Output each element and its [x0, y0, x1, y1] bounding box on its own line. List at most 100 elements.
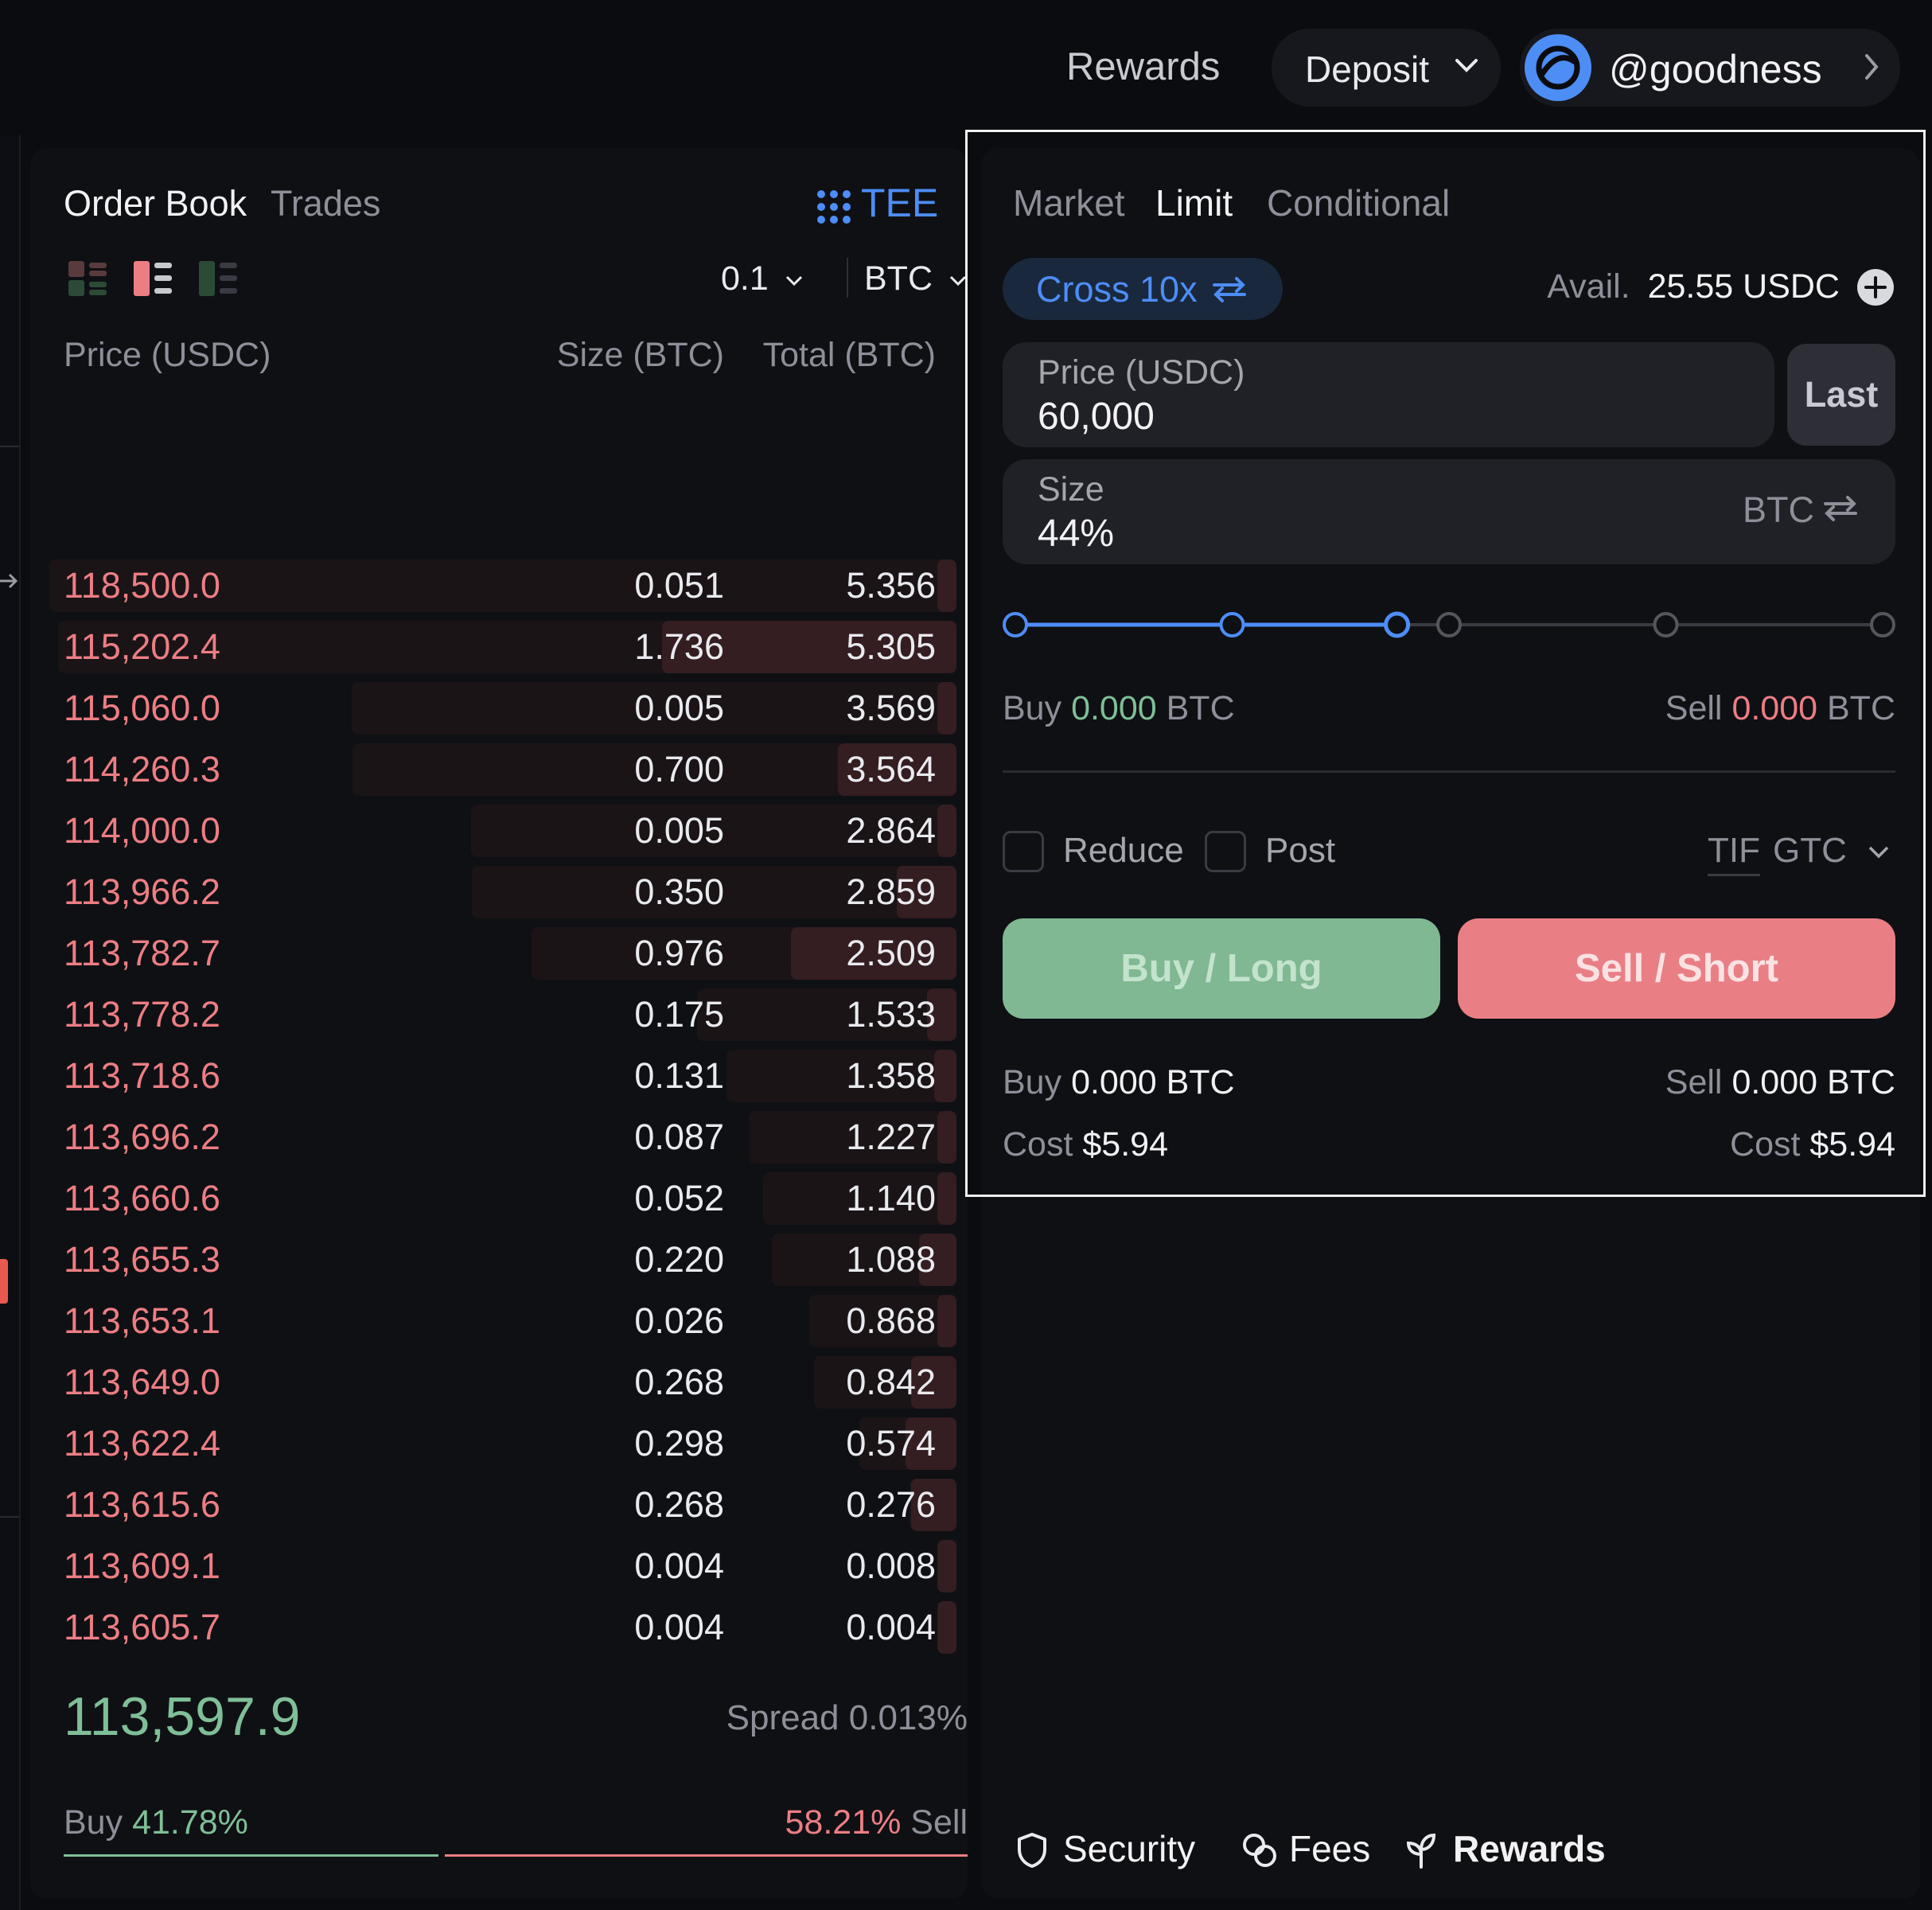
table-row[interactable]: 113,615.6 0.268 0.276 [30, 1477, 968, 1533]
divider [0, 446, 19, 447]
view-both-icon[interactable] [68, 259, 107, 298]
tick-size-value: 0.1 [721, 259, 769, 298]
size-cell: 0.004 [634, 1546, 724, 1586]
table-row[interactable]: 113,649.0 0.268 0.842 [30, 1355, 968, 1410]
slider-tick[interactable] [1003, 612, 1028, 637]
size-cell: 0.700 [634, 749, 724, 789]
tab-conditional[interactable]: Conditional [1267, 181, 1450, 224]
slider-tick[interactable] [1219, 612, 1245, 637]
summary-buy-cost: Cost $5.94 [1003, 1125, 1168, 1164]
size-cell: 0.005 [634, 688, 724, 728]
tab-limit[interactable]: Limit [1155, 181, 1233, 224]
sell-short-button[interactable]: Sell / Short [1458, 918, 1895, 1019]
sell-amount-unit: BTC [1827, 689, 1895, 727]
total-cell: 5.305 [846, 626, 936, 667]
size-cell: 0.004 [634, 1607, 724, 1647]
column-header-total: Total (BTC) [762, 336, 936, 374]
summary-buy-label: Buy [1003, 1063, 1062, 1101]
rewards-link[interactable]: Rewards [1066, 45, 1220, 89]
table-row[interactable]: 113,966.2 0.350 2.859 [30, 864, 968, 920]
total-cell: 0.868 [846, 1300, 936, 1341]
price-field[interactable]: Price (USDC) 60,000 [1003, 342, 1774, 447]
slider-tick[interactable] [1436, 612, 1462, 637]
buy-long-button[interactable]: Buy / Long [1003, 918, 1440, 1019]
fees-label: Fees [1289, 1828, 1371, 1869]
sprout-icon [1406, 1833, 1436, 1869]
sell-ratio-bar [445, 1854, 968, 1857]
buy-ratio-label: Buy [64, 1803, 123, 1842]
price-cell: 113,782.7 [64, 933, 220, 973]
margin-mode-button[interactable]: Cross 10x [1003, 258, 1283, 320]
last-price-button[interactable]: Last [1787, 344, 1895, 446]
table-row[interactable]: 113,609.1 0.004 0.008 [30, 1538, 968, 1594]
order-book-panel: Order Book Trades TEE 0.1 BTC Price (USD… [30, 148, 968, 1899]
size-cell: 0.026 [634, 1300, 724, 1341]
divider [0, 1516, 19, 1518]
table-row[interactable]: 113,653.1 0.026 0.868 [30, 1293, 968, 1349]
size-slider[interactable] [1003, 605, 1895, 645]
table-row[interactable]: 113,782.7 0.976 2.509 [30, 926, 968, 981]
tab-order-book[interactable]: Order Book [64, 183, 247, 224]
table-row[interactable]: 115,202.4 1.736 5.305 [30, 619, 968, 675]
table-row[interactable]: 114,000.0 0.005 2.864 [30, 803, 968, 859]
divider [1003, 770, 1895, 773]
total-cell: 2.864 [846, 810, 936, 851]
reduce-checkbox[interactable] [1003, 831, 1044, 872]
unit-select[interactable]: BTC [836, 259, 968, 298]
table-row[interactable]: 113,605.7 0.004 0.004 [30, 1600, 968, 1655]
total-cell: 0.276 [846, 1484, 936, 1525]
size-bar [937, 559, 956, 612]
table-row[interactable]: 114,260.3 0.700 3.564 [30, 742, 968, 797]
arrow-right-icon[interactable] [0, 569, 19, 593]
total-cell: 1.140 [846, 1178, 936, 1218]
size-bar [937, 1295, 956, 1347]
swap-icon[interactable] [1822, 493, 1859, 524]
table-row[interactable]: 115,060.0 0.005 3.569 [30, 680, 968, 736]
slider-tick[interactable] [1870, 612, 1895, 637]
sell-amount-label: Sell [1665, 689, 1723, 727]
total-cell: 1.227 [846, 1117, 936, 1157]
table-row[interactable]: 113,718.6 0.131 1.358 [30, 1048, 968, 1104]
tab-trades[interactable]: Trades [271, 183, 380, 224]
shield-icon [1018, 1833, 1046, 1868]
table-row[interactable]: 113,696.2 0.087 1.227 [30, 1109, 968, 1165]
avail-label: Avail. [1547, 267, 1630, 306]
price-cell: 115,202.4 [64, 626, 220, 667]
view-asks-icon[interactable] [134, 259, 172, 298]
size-bar [937, 682, 956, 735]
sell-ratio-label: Sell [910, 1803, 968, 1842]
slider-tick[interactable] [1653, 612, 1679, 637]
tick-size-select[interactable]: 0.1 [721, 259, 804, 298]
asks-list: 118,500.0 0.051 5.356 115,202.4 1.736 5.305 11… [30, 558, 968, 1654]
unit-value: BTC [864, 259, 933, 298]
tif-label: TIF [1708, 831, 1760, 876]
add-funds-icon[interactable] [1857, 269, 1894, 306]
coins-icon [1243, 1834, 1276, 1867]
sell-ratio-value: 58.21% [785, 1803, 902, 1842]
size-cell: 0.051 [634, 565, 724, 606]
table-row[interactable]: 118,500.0 0.051 5.356 [30, 558, 968, 614]
slider-handle[interactable] [1384, 611, 1411, 638]
price-cell: 114,260.3 [64, 749, 220, 789]
buy-amount-unit: BTC [1166, 689, 1235, 727]
buy-amount: Buy 0.000 BTC [1003, 689, 1235, 728]
size-label: Size [1038, 470, 1104, 509]
table-row[interactable]: 113,622.4 0.298 0.574 [30, 1416, 968, 1471]
table-row[interactable]: 113,660.6 0.052 1.140 [30, 1171, 968, 1226]
size-bar [937, 1601, 956, 1654]
size-cell: 0.005 [634, 810, 724, 851]
post-checkbox[interactable] [1205, 831, 1246, 872]
tif-select[interactable]: GTC [1773, 831, 1890, 871]
table-row[interactable]: 113,778.2 0.175 1.533 [30, 987, 968, 1043]
table-row[interactable]: 113,655.3 0.220 1.088 [30, 1232, 968, 1288]
tif-value: GTC [1773, 831, 1847, 870]
deposit-button[interactable]: Deposit [1272, 29, 1501, 107]
view-bids-icon[interactable] [199, 259, 237, 298]
tab-market[interactable]: Market [1013, 181, 1125, 224]
account-button[interactable]: @goodness [1520, 29, 1900, 107]
username: @goodness [1609, 47, 1822, 92]
column-header-price: Price (USDC) [64, 336, 271, 374]
available-balance: Avail. 25.55 USDC [1512, 267, 1840, 306]
size-field[interactable]: Size 44% BTC [1003, 459, 1895, 564]
top-bar: Rewards Deposit @goodness [0, 0, 1932, 135]
